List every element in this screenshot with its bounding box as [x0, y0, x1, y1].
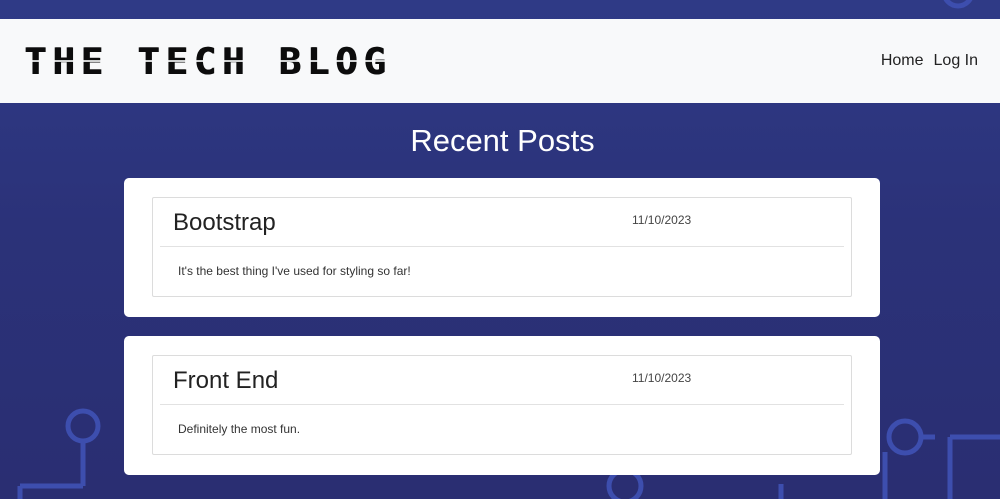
post-card[interactable]: Front End 11/10/2023 Definitely the most…	[124, 336, 880, 475]
site-title[interactable]: The Tech Blog	[24, 40, 392, 82]
site-logo[interactable]: The Tech Blog	[24, 19, 392, 103]
post-body: Definitely the most fun.	[178, 422, 301, 436]
post-title[interactable]: Front End	[173, 367, 278, 395]
post-container: Front End 11/10/2023 Definitely the most…	[152, 355, 852, 455]
post-body: It's the best thing I've used for stylin…	[178, 264, 411, 278]
post-date: 11/10/2023	[632, 213, 692, 227]
post-header: Front End 11/10/2023	[160, 356, 844, 405]
post-date: 11/10/2023	[632, 371, 692, 385]
post-title[interactable]: Bootstrap	[173, 209, 276, 237]
page-title: Recent Posts	[410, 123, 595, 158]
nav-home-link[interactable]: Home	[881, 52, 924, 70]
post-container: Bootstrap 11/10/2023 It's the best thing…	[152, 197, 852, 297]
top-navbar: The Tech Blog Home Log In	[0, 19, 1000, 103]
main-content: Recent Posts Bootstrap 11/10/2023 It's t…	[0, 103, 1000, 475]
post-card[interactable]: Bootstrap 11/10/2023 It's the best thing…	[124, 178, 880, 317]
nav-login-link[interactable]: Log In	[934, 52, 978, 70]
post-header: Bootstrap 11/10/2023	[160, 198, 844, 247]
nav-links: Home Log In	[881, 52, 978, 70]
